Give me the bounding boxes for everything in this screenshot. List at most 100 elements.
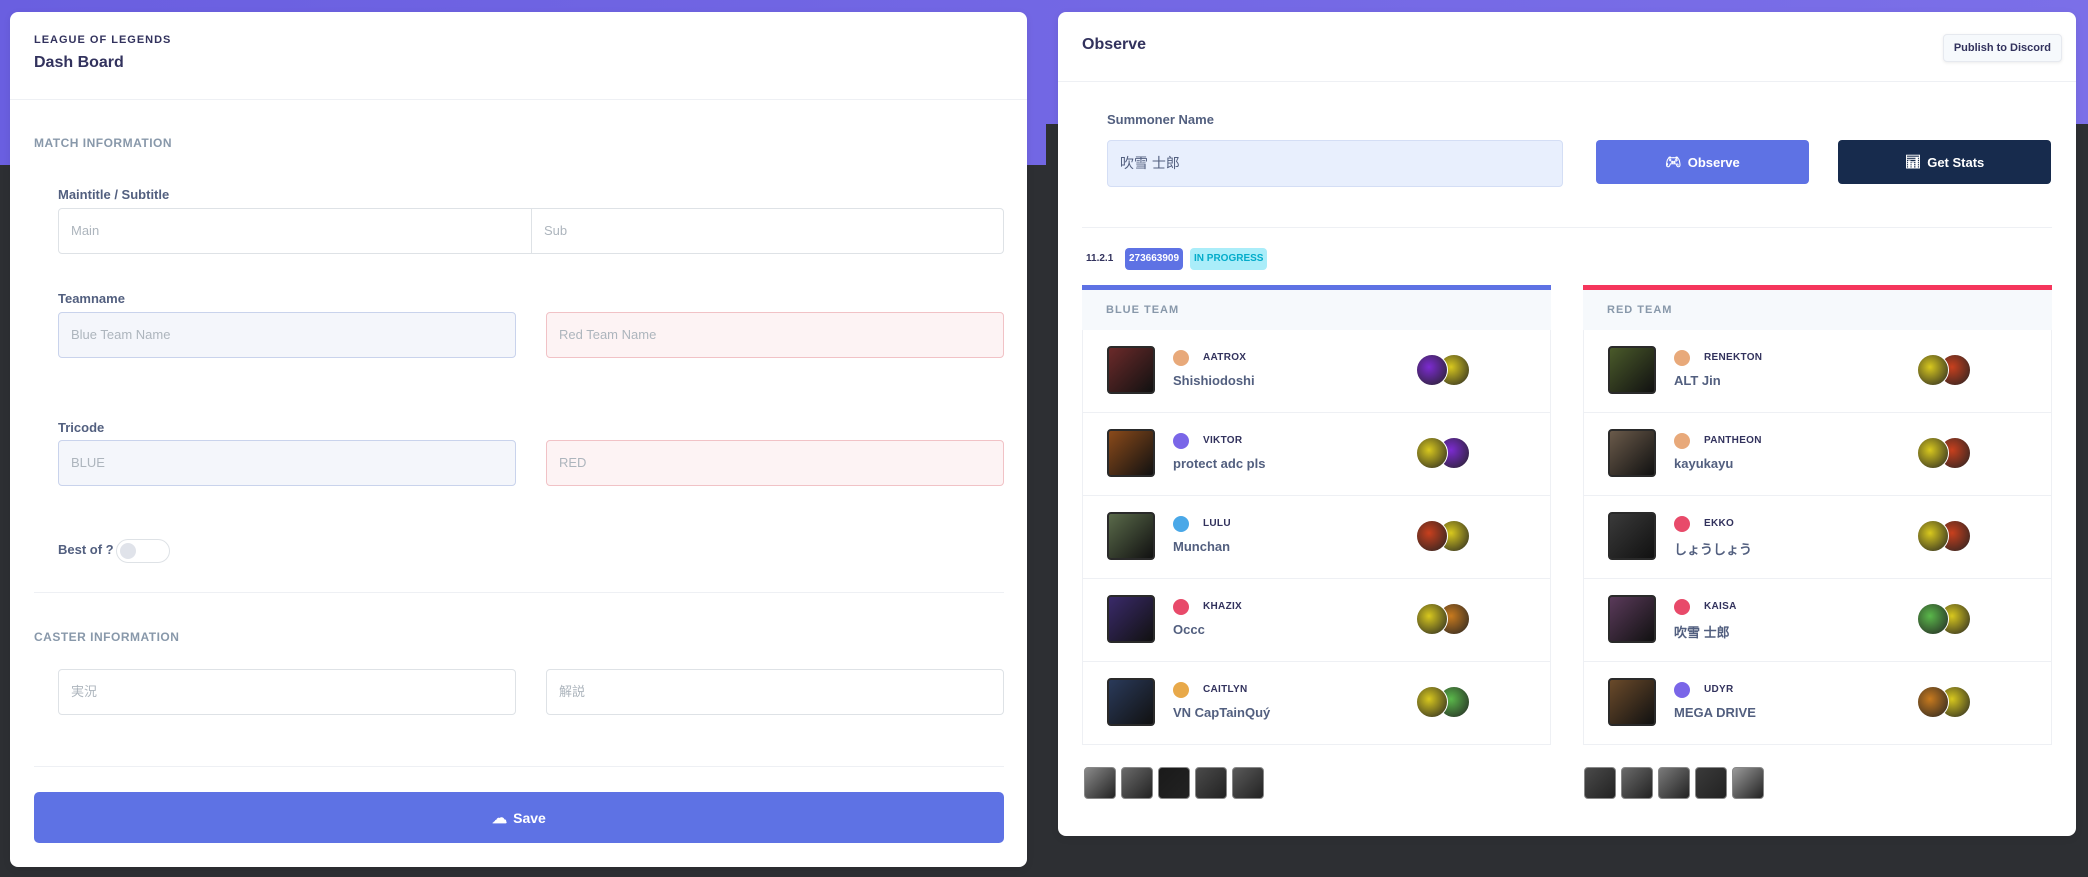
- champion-name: PANTHEON: [1704, 435, 1762, 446]
- publish-to-discord-button[interactable]: Publish to Discord: [1942, 34, 2062, 62]
- get-stats-button[interactable]: 📊︎ Get Stats: [1838, 140, 2051, 184]
- blue-team-panel: BLUE TEAM AATROX Shishiodoshi VIKTOR protec…: [1082, 285, 1551, 745]
- app-eyebrow: LEAGUE OF LEGENDS: [34, 34, 172, 46]
- champion-name: CAITLYN: [1203, 684, 1248, 695]
- red-team-player-list: RENEKTON ALT Jin PANTHEON kayukayu EKKO しょうしょ…: [1583, 330, 2052, 745]
- observe-label: Observe: [1687, 154, 1740, 170]
- save-label: Save: [513, 809, 546, 826]
- player-name: MEGA DRIVE: [1674, 705, 1756, 720]
- champion-portrait: [1608, 346, 1656, 394]
- champion-portrait: [1107, 429, 1155, 477]
- caster-color-input[interactable]: 解説: [546, 669, 1004, 715]
- player-name: Occc: [1173, 622, 1205, 637]
- player-name: kayukayu: [1674, 456, 1734, 471]
- red-tricode-input[interactable]: RED: [546, 440, 1004, 486]
- champion-portrait: [1608, 429, 1656, 477]
- champion-name: VIKTOR: [1203, 435, 1243, 446]
- player-row: AATROX Shishiodoshi: [1082, 330, 1551, 413]
- get-stats-label: Get Stats: [1927, 154, 1985, 170]
- observe-card: Observe Publish to Discord Summoner Name…: [1058, 12, 2076, 836]
- champion-name: LULU: [1203, 518, 1231, 529]
- player-row: PANTHEON kayukayu: [1583, 413, 2052, 496]
- teamname-label: Teamname: [58, 291, 125, 306]
- red-team-panel: RED TEAM RENEKTON ALT Jin PANTHEON kayukayu…: [1583, 285, 2052, 745]
- summoner-spell-icon: [1917, 520, 1949, 552]
- observe-button[interactable]: 🎮︎ Observe: [1596, 140, 1809, 184]
- maintitle-label: Maintitle / Subtitle: [58, 187, 170, 202]
- player-name: protect adc pls: [1173, 456, 1266, 471]
- section-divider: [34, 592, 1004, 593]
- red-team-heading: RED TEAM: [1583, 290, 2052, 330]
- champion-portrait: [1608, 595, 1656, 643]
- observe-divider: [1082, 227, 2052, 228]
- player-row: CAITLYN VN CapTainQuý: [1082, 662, 1551, 745]
- caster-play-by-play-input[interactable]: 実況: [58, 669, 516, 715]
- champion-portrait: [1608, 678, 1656, 726]
- bestof-toggle[interactable]: [116, 539, 170, 563]
- role-icon: [1674, 350, 1690, 366]
- player-row: RENEKTON ALT Jin: [1583, 330, 2052, 413]
- summoner-spell-icon: [1416, 354, 1448, 386]
- banned-champion-icon: [1084, 767, 1116, 799]
- champion-name: EKKO: [1704, 518, 1735, 529]
- role-icon: [1173, 682, 1189, 698]
- player-row: VIKTOR protect adc pls: [1082, 413, 1551, 496]
- role-icon: [1173, 599, 1189, 615]
- champion-portrait: [1107, 595, 1155, 643]
- summoner-name-input[interactable]: 吹雪 士郎: [1107, 140, 1563, 187]
- gamepad-icon: 🎮︎: [1665, 154, 1682, 169]
- save-button[interactable]: ☁ Save: [34, 792, 1004, 843]
- bar-chart-icon: 📊︎: [1904, 154, 1922, 169]
- role-icon: [1173, 350, 1189, 366]
- blue-tricode-input[interactable]: BLUE: [58, 440, 516, 486]
- player-name: Munchan: [1173, 539, 1231, 554]
- role-icon: [1674, 433, 1690, 449]
- role-icon: [1173, 433, 1189, 449]
- banned-champion-icon: [1584, 767, 1616, 799]
- player-row: KHAZIX Occc: [1082, 579, 1551, 662]
- summoner-spell-icon: [1917, 686, 1949, 718]
- version-badge: 11.2.1: [1086, 253, 1114, 264]
- champion-portrait: [1107, 346, 1155, 394]
- player-name: VN CapTainQuý: [1173, 705, 1271, 720]
- summoner-spell-icon: [1416, 686, 1448, 718]
- banned-champion-icon: [1121, 767, 1153, 799]
- observe-title: Observe: [1082, 36, 1147, 53]
- champion-name: KAISA: [1704, 601, 1737, 612]
- banned-champion-icon: [1732, 767, 1764, 799]
- summoner-spell-icon: [1416, 603, 1448, 635]
- red-team-name-input[interactable]: Red Team Name: [546, 312, 1004, 358]
- blue-team-name-input[interactable]: Blue Team Name: [58, 312, 516, 358]
- player-name: ALT Jin: [1674, 373, 1721, 388]
- maintitle-input-group: Main Sub: [58, 208, 1004, 254]
- banned-champion-icon: [1158, 767, 1190, 799]
- match-section-heading: MATCH INFORMATION: [34, 136, 173, 150]
- summoner-spell-icon: [1917, 603, 1949, 635]
- section-divider: [34, 766, 1004, 767]
- player-row: KAISA 吹雪 士郎: [1583, 579, 2052, 662]
- player-name: しょうしょう: [1674, 542, 1753, 557]
- status-badge: IN PROGRESS: [1190, 248, 1268, 270]
- summoner-spell-icon: [1416, 520, 1448, 552]
- champion-name: KHAZIX: [1203, 601, 1243, 612]
- champion-name: UDYR: [1704, 684, 1734, 695]
- champion-name: AATROX: [1203, 352, 1247, 363]
- role-icon: [1674, 516, 1690, 532]
- page-title: Dash Board: [34, 54, 124, 71]
- summoner-spell-icon: [1416, 437, 1448, 469]
- cloud-upload-icon: ☁: [492, 809, 508, 827]
- banned-champion-icon: [1658, 767, 1690, 799]
- tricode-label: Tricode: [58, 420, 105, 435]
- banned-champion-icon: [1195, 767, 1227, 799]
- role-icon: [1173, 516, 1189, 532]
- main-title-input[interactable]: Main: [59, 209, 531, 253]
- banned-champion-icon: [1621, 767, 1653, 799]
- blue-bans: [1084, 767, 1264, 799]
- bestof-label: Best of ?: [58, 542, 114, 557]
- sub-title-input[interactable]: Sub: [531, 209, 1003, 253]
- player-row: UDYR MEGA DRIVE: [1583, 662, 2052, 745]
- champion-name: RENEKTON: [1704, 352, 1763, 363]
- observe-header: Observe Publish to Discord: [1058, 12, 2076, 82]
- role-icon: [1674, 599, 1690, 615]
- blue-team-player-list: AATROX Shishiodoshi VIKTOR protect adc pls L…: [1082, 330, 1551, 745]
